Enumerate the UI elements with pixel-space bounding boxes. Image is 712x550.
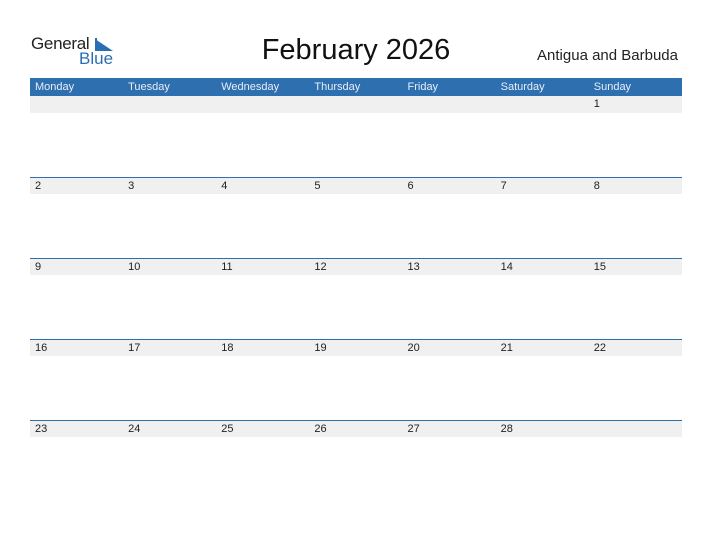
week-row: 1 — [30, 96, 682, 177]
weekday-wednesday: Wednesday — [221, 81, 280, 93]
day-cell: 15 — [593, 261, 606, 273]
day-cell: 16 — [35, 342, 48, 354]
day-cell: 12 — [314, 261, 327, 273]
day-cell: 19 — [314, 342, 327, 354]
day-cell: 8 — [593, 180, 600, 192]
day-cell: 9 — [35, 261, 42, 273]
day-cell — [123, 96, 216, 113]
day-cell — [496, 96, 589, 113]
day-cell: 6 — [407, 180, 414, 192]
day-cell: 21 — [500, 342, 513, 354]
day-cell: 25 — [221, 423, 234, 435]
day-cell: 27 — [407, 423, 420, 435]
day-number-band: 2 3 4 5 6 7 8 — [30, 178, 682, 194]
day-cell: 13 — [407, 261, 420, 273]
week-row: 16 17 18 19 20 21 22 — [30, 339, 682, 420]
day-cell: 14 — [500, 261, 513, 273]
day-cell: 24 — [128, 423, 141, 435]
day-cell: 7 — [500, 180, 507, 192]
day-cell: 3 — [128, 180, 135, 192]
day-cell: 22 — [593, 342, 606, 354]
day-cell: 11 — [221, 261, 233, 273]
day-number-band: 9 10 11 12 13 14 15 — [30, 259, 682, 275]
day-cell — [309, 96, 402, 113]
day-cell: 10 — [128, 261, 141, 273]
weekday-thursday: Thursday — [314, 81, 361, 93]
day-cell: 5 — [314, 180, 321, 192]
day-cell: 28 — [500, 423, 513, 435]
week-row: 9 10 11 12 13 14 15 — [30, 258, 682, 339]
day-cell — [30, 96, 123, 113]
day-cell — [589, 421, 682, 437]
day-number-band: 1 — [30, 96, 682, 113]
day-cell: 18 — [221, 342, 234, 354]
day-cell: 1 — [593, 98, 600, 110]
day-number-band: 23 24 25 26 27 28 — [30, 421, 682, 437]
day-cell — [216, 96, 309, 113]
weekday-sunday: Sunday — [593, 81, 632, 93]
day-number-band: 16 17 18 19 20 21 22 — [30, 340, 682, 356]
day-cell: 4 — [221, 180, 228, 192]
weekday-tuesday: Tuesday — [128, 81, 170, 93]
day-cell: 17 — [128, 342, 141, 354]
day-cell — [403, 96, 496, 113]
day-cell: 26 — [314, 423, 327, 435]
weekday-friday: Friday — [407, 81, 439, 93]
day-cell: 20 — [407, 342, 420, 354]
week-row: 23 24 25 26 27 28 — [30, 420, 682, 501]
day-cell: 2 — [35, 180, 42, 192]
weekday-saturday: Saturday — [500, 81, 545, 93]
weekday-monday: Monday — [35, 81, 75, 93]
day-cell: 23 — [35, 423, 48, 435]
week-row: 2 3 4 5 6 7 8 — [30, 177, 682, 258]
weekday-header: Monday Tuesday Wednesday Thursday Friday… — [30, 78, 682, 96]
country-label: Antigua and Barbuda — [537, 47, 678, 64]
